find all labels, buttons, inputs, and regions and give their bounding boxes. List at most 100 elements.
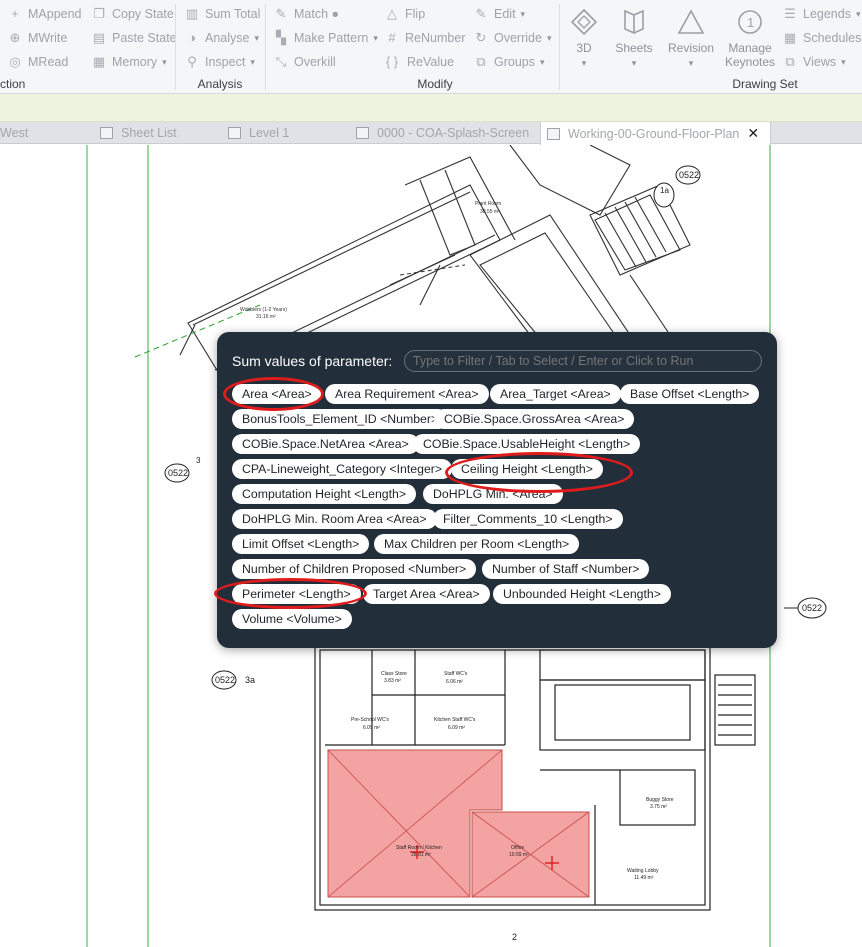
svg-text:6.06 m²: 6.06 m²	[446, 679, 463, 685]
param-chip[interactable]: DoHPLG Min. Room Area <Area>	[232, 509, 437, 529]
svg-text:6.09 m²: 6.09 m²	[363, 725, 380, 731]
param-chip[interactable]: COBie.Space.GrossArea <Area>	[434, 409, 635, 429]
param-chip[interactable]: Number of Children Proposed <Number>	[232, 559, 477, 579]
param-chip[interactable]: Area_Target <Area>	[490, 384, 621, 404]
sheets-icon	[624, 9, 644, 35]
tag-3a: 3a	[245, 675, 255, 685]
views-icon: ⧉	[785, 54, 795, 69]
param-chip[interactable]: Number of Staff <Number>	[482, 559, 650, 579]
param-chip[interactable]: CPA-Lineweight_Category <Integer>	[232, 459, 453, 479]
svg-text:3.83 m²: 3.83 m²	[384, 678, 401, 684]
param-chip[interactable]: Perimeter <Length>	[232, 584, 361, 604]
override-icon: ↻	[475, 30, 487, 45]
plan-view-icon	[547, 127, 560, 140]
popup-title: Sum values of parameter:	[232, 353, 393, 369]
brush-icon: ✎	[275, 6, 287, 21]
svg-text:Waiting Lobby: Waiting Lobby	[627, 868, 659, 874]
group-label-modify: Modify	[417, 77, 453, 91]
copy-icon: ❐	[93, 6, 105, 21]
override-dropdown[interactable]: ↻ Override	[474, 30, 551, 46]
flip-button[interactable]: △ Flip	[385, 6, 425, 22]
tab-sheet-list[interactable]: Sheet List	[100, 122, 218, 144]
manage-keynotes-button[interactable]: 1 Manage Keynotes	[723, 7, 777, 69]
mread-button[interactable]: ◎ MRead	[8, 55, 68, 70]
make-pattern-dropdown[interactable]: ▚ Make Pattern	[274, 31, 378, 46]
revalue-button[interactable]: { } ReValue	[383, 54, 454, 70]
svg-text:10.59 m²: 10.59 m²	[509, 852, 529, 858]
schedule-icon	[100, 127, 113, 139]
mwrite-button[interactable]: ⊕ MWrite	[8, 31, 68, 46]
svg-text:Office: Office	[511, 845, 524, 851]
param-chip[interactable]: Limit Offset <Length>	[232, 534, 370, 554]
param-chip[interactable]: Base Offset <Length>	[620, 384, 760, 404]
sheet-icon	[356, 127, 369, 139]
legend-icon: ☰	[784, 6, 796, 21]
room-label-wobblers: Wobblers (1-2 Years)	[240, 307, 287, 313]
3d-button[interactable]: 3D ▾	[566, 7, 602, 70]
braces-icon: { }	[385, 54, 399, 69]
param-chip[interactable]: Max Children per Room <Length>	[374, 534, 580, 554]
param-chip[interactable]: Area <Area>	[232, 384, 322, 404]
svg-text:Staff WC's: Staff WC's	[444, 671, 468, 677]
svg-text:0522: 0522	[802, 603, 822, 613]
overkill-button[interactable]: ⤡ Overkill	[274, 55, 336, 70]
tab-working-ground-floor-plan[interactable]: Working-00-Ground-Floor-Plan ✕	[540, 122, 771, 145]
flip-icon: △	[387, 6, 397, 21]
param-chip[interactable]: Ceiling Height <Length>	[451, 459, 603, 479]
svg-text:0522: 0522	[168, 468, 188, 478]
svg-text:28.81 m²: 28.81 m²	[411, 852, 431, 858]
svg-text:Buggy Store: Buggy Store	[646, 797, 674, 803]
svg-text:Staff Room / Kitchen: Staff Room / Kitchen	[396, 845, 442, 851]
views-dropdown[interactable]: ⧉ Views	[783, 54, 846, 70]
revision-button[interactable]: Revision ▾	[666, 7, 716, 70]
svg-text:6.09 m²: 6.09 m²	[448, 725, 465, 731]
inspect-icon: ⚲	[187, 54, 197, 69]
param-chip[interactable]: Target Area <Area>	[363, 584, 490, 604]
ribbon-separator	[175, 4, 176, 90]
inspect-dropdown[interactable]: ⚲ Inspect	[185, 54, 255, 70]
group-label-action: ction	[0, 77, 26, 91]
plan-view-icon	[228, 127, 241, 139]
param-chip[interactable]: DoHPLG Min. <Area>	[423, 484, 563, 504]
paste-state-button[interactable]: ▤ Paste State	[92, 31, 177, 46]
match-button[interactable]: ✎ Match ●	[274, 6, 340, 22]
schedules-dropdown[interactable]: ▦ Schedules	[783, 31, 862, 46]
svg-text:1: 1	[747, 15, 754, 30]
edit-dropdown[interactable]: ✎ Edit	[474, 6, 525, 22]
param-chip[interactable]: Volume <Volume>	[232, 609, 352, 629]
param-chip[interactable]: COBie.Space.NetArea <Area>	[232, 434, 419, 454]
tab-west[interactable]: West	[0, 122, 90, 144]
sum-icon: ▥	[185, 6, 199, 21]
param-chip[interactable]: Filter_Comments_10 <Length>	[433, 509, 623, 529]
param-chip[interactable]: Unbounded Height <Length>	[493, 584, 671, 604]
svg-text:Pre-School WC's: Pre-School WC's	[351, 717, 389, 723]
analyse-icon: ◑	[188, 30, 196, 45]
legends-dropdown[interactable]: ☰ Legends	[783, 6, 861, 22]
param-chip[interactable]: Area Requirement <Area>	[325, 384, 489, 404]
param-chip[interactable]: COBie.Space.UsableHeight <Length>	[413, 434, 641, 454]
close-icon[interactable]: ✕	[747, 125, 759, 142]
param-chip[interactable]: BonusTools_Element_ID <Number>	[232, 409, 449, 429]
svg-text:Class Store: Class Store	[381, 671, 407, 677]
memory-dropdown[interactable]: ▦ Memory	[92, 55, 167, 70]
group-label-drawing-set: Drawing Set	[732, 77, 798, 91]
tab-splash-screen[interactable]: 0000 - COA-Splash-Screen	[356, 122, 536, 144]
sum-total-button[interactable]: ▥ Sum Total	[185, 6, 261, 22]
analyse-dropdown[interactable]: ◑ Analyse	[185, 30, 259, 46]
tag-0522: 0522	[679, 170, 699, 180]
mappend-button[interactable]: + MAppend	[8, 7, 81, 22]
room-label-plant: Plant Room	[475, 201, 501, 207]
filter-input[interactable]	[404, 350, 762, 372]
group-label-analysis: Analysis	[197, 77, 243, 91]
groups-icon: ⧉	[476, 54, 486, 69]
tag-1a: 1a	[660, 186, 669, 195]
sheets-button[interactable]: Sheets ▾	[612, 7, 656, 70]
tab-level-1[interactable]: Level 1	[228, 122, 346, 144]
triangle-icon	[677, 9, 705, 34]
renumber-button[interactable]: # ReNumber	[385, 31, 465, 46]
param-chip[interactable]: Computation Height <Length>	[232, 484, 417, 504]
svg-text:31.16 m²: 31.16 m²	[256, 314, 276, 320]
copy-state-button[interactable]: ❐ Copy State	[92, 6, 174, 22]
pencil-icon: ✎	[475, 6, 487, 21]
groups-dropdown[interactable]: ⧉ Groups	[474, 54, 545, 70]
